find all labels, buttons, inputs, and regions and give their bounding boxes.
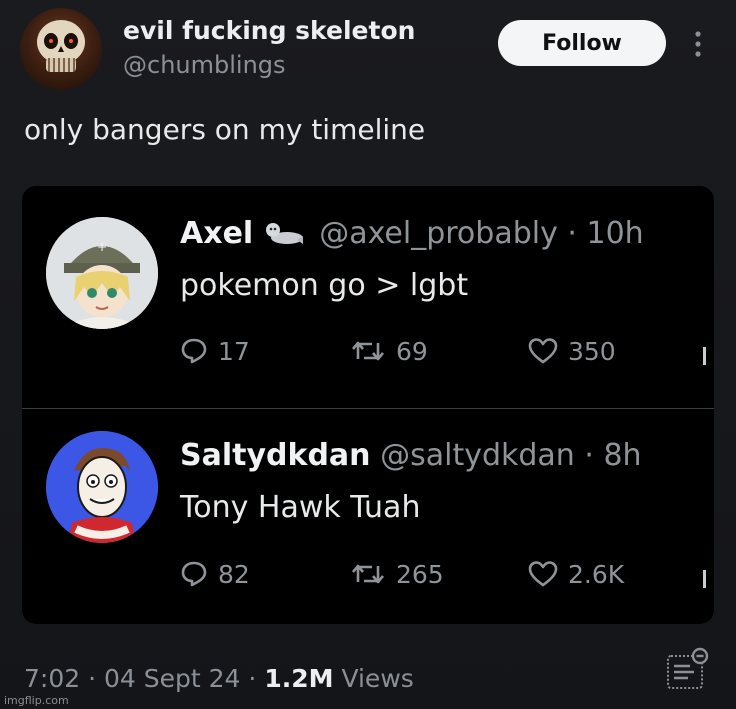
reply-item[interactable]: + Axel @axel_probably · 10h pokemon go >… (22, 186, 714, 408)
reply-count: 82 (218, 559, 250, 589)
retweet-button[interactable]: 265 (350, 556, 444, 592)
separator-dot: · (248, 664, 257, 693)
reply-author-name[interactable]: Saltydkdan (180, 438, 371, 473)
heart-icon (528, 561, 558, 587)
anime-girl-avatar-icon: + (46, 217, 158, 329)
comment-icon (181, 561, 207, 587)
reply-time[interactable]: 10h (586, 216, 643, 251)
separator-dot: · (584, 438, 594, 473)
tweet-text: only bangers on my timeline (24, 113, 426, 146)
views-count: 1.2M (264, 664, 334, 693)
heart-icon (528, 338, 558, 364)
tweet-metadata: 7:02 · 04 Sept 24 · 1.2M Views (24, 664, 414, 693)
seal-emoji-icon (266, 223, 304, 244)
like-count: 2.6K (568, 559, 625, 589)
reply-count: 17 (218, 336, 250, 366)
cartoon-man-avatar-icon (46, 431, 158, 543)
reply-header: Saltydkdan @saltydkdan · 8h (180, 438, 642, 473)
like-count: 350 (568, 336, 616, 366)
share-icon[interactable] (703, 570, 706, 588)
retweet-icon (352, 341, 384, 361)
reply-avatar[interactable] (46, 431, 158, 543)
analytics-icon[interactable] (664, 646, 712, 692)
reply-text: Tony Hawk Tuah (180, 490, 421, 525)
reply-author-handle[interactable]: @axel_probably (319, 216, 558, 251)
embedded-replies-card: + Axel @axel_probably · 10h pokemon go >… (22, 186, 714, 624)
imgflip-watermark: imgflip.com (4, 694, 69, 707)
reply-header: Axel @axel_probably · 10h (180, 216, 644, 251)
author-handle[interactable]: @chumblings (123, 51, 286, 79)
separator-dot: · (567, 216, 577, 251)
author-name[interactable]: evil fucking skeleton (123, 16, 415, 45)
retweet-icon (352, 564, 384, 584)
skull-avatar-icon (37, 20, 85, 72)
reply-button[interactable]: 82 (180, 556, 250, 592)
tweet-screenshot: evil fucking skeleton @chumblings Follow… (0, 0, 736, 709)
retweet-count: 265 (396, 559, 444, 589)
svg-text:+: + (97, 240, 107, 254)
retweet-count: 69 (396, 336, 428, 366)
views-label: Views (341, 664, 414, 693)
reply-actions: 17 69 350 (180, 333, 710, 369)
post-date[interactable]: 04 Sept 24 (104, 664, 240, 693)
share-icon[interactable] (703, 347, 706, 365)
follow-button[interactable]: Follow (498, 20, 666, 66)
separator-dot: · (88, 664, 97, 693)
comment-icon (181, 338, 207, 364)
reply-time[interactable]: 8h (603, 438, 641, 473)
reply-author-handle[interactable]: @saltydkdan (380, 438, 575, 473)
reply-actions: 82 265 2.6K (180, 556, 710, 592)
reply-avatar[interactable]: + (46, 217, 158, 329)
like-button[interactable]: 2.6K (528, 556, 624, 592)
more-options-icon[interactable] (690, 28, 706, 60)
author-avatar[interactable] (20, 8, 102, 90)
post-time[interactable]: 7:02 (24, 664, 80, 693)
reply-text: pokemon go > lgbt (180, 268, 469, 303)
reply-author-name[interactable]: Axel (180, 216, 253, 251)
retweet-button[interactable]: 69 (350, 333, 428, 369)
like-button[interactable]: 350 (528, 333, 616, 369)
reply-button[interactable]: 17 (180, 333, 250, 369)
